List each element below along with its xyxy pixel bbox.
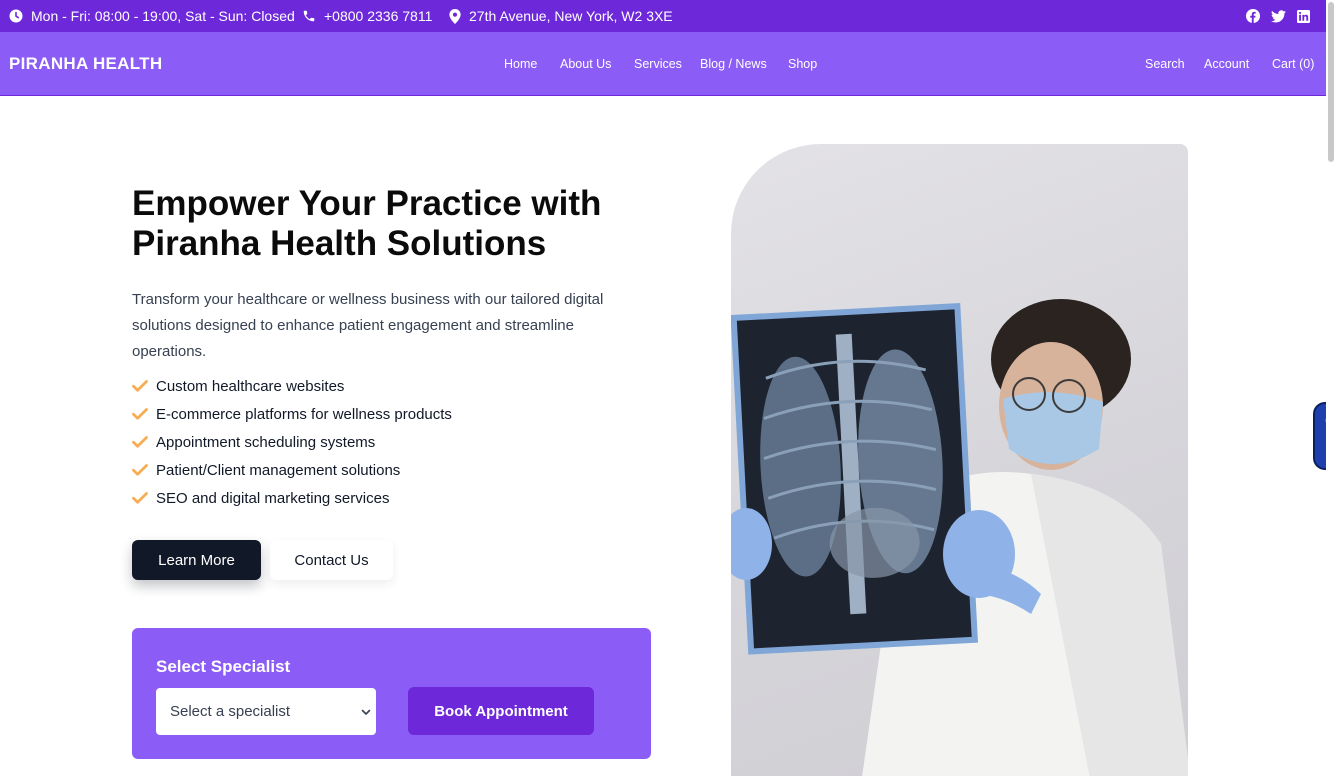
map-pin-icon [449, 8, 461, 24]
phone-text: +0800 2336 7811 [324, 8, 433, 24]
hero-title: Empower Your Practice with Piranha Healt… [132, 184, 652, 264]
nav-home[interactable]: Home [504, 57, 537, 71]
doctor-xray-illustration [731, 299, 1188, 776]
page-scrollbar[interactable] [1326, 0, 1336, 776]
nav-account[interactable]: Account [1204, 57, 1249, 71]
nav-blog-news[interactable]: Blog / News [700, 57, 767, 71]
hero-description: Transform your healthcare or wellness bu… [132, 291, 604, 360]
scrollbar-thumb[interactable] [1328, 2, 1334, 162]
opening-hours-text: Mon - Fri: 08:00 - 19:00, Sat - Sun: Clo… [31, 8, 295, 24]
top-info-bar: Mon - Fri: 08:00 - 19:00, Sat - Sun: Clo… [0, 0, 1326, 32]
booking-title: Select Specialist [156, 657, 291, 676]
phone-info[interactable]: +0800 2336 7811 [302, 0, 432, 32]
feature-item: E-commerce platforms for wellness produc… [132, 400, 452, 428]
feature-text: E-commerce platforms for wellness produc… [156, 405, 452, 423]
check-icon [132, 492, 156, 504]
nav-search[interactable]: Search [1145, 57, 1185, 71]
booking-card: Select Specialist Select a specialist Bo… [132, 628, 651, 759]
feature-text: Appointment scheduling systems [156, 433, 376, 451]
contact-us-button[interactable]: Contact Us [270, 540, 393, 580]
check-icon [132, 380, 156, 392]
phone-icon [302, 9, 316, 23]
main-navigation: PIRANHA HEALTH Home About Us Services Bl… [0, 32, 1326, 96]
feature-item: Custom healthcare websites [132, 372, 452, 400]
social-links [1246, 0, 1310, 32]
book-appointment-button[interactable]: Book Appointment [408, 687, 594, 735]
clock-icon [9, 9, 23, 23]
nav-shop[interactable]: Shop [788, 57, 817, 71]
nav-cart[interactable]: Cart (0) [1272, 57, 1314, 71]
nav-services[interactable]: Services [634, 57, 682, 71]
twitter-icon[interactable] [1271, 9, 1286, 23]
check-icon [132, 436, 156, 448]
hero-title-line-2: Piranha Health Solutions [132, 224, 547, 263]
feature-item: Appointment scheduling systems [132, 428, 452, 456]
hero-title-line-1: Empower Your Practice with [132, 184, 602, 223]
facebook-icon[interactable] [1246, 9, 1260, 23]
feature-text: SEO and digital marketing services [156, 489, 390, 507]
brand-logo[interactable]: PIRANHA HEALTH [9, 54, 162, 74]
specialist-select[interactable]: Select a specialist [156, 688, 376, 735]
address-info: 27th Avenue, New York, W2 3XE [449, 0, 673, 32]
address-text: 27th Avenue, New York, W2 3XE [469, 8, 673, 24]
feature-text: Patient/Client management solutions [156, 461, 401, 479]
opening-hours: Mon - Fri: 08:00 - 19:00, Sat - Sun: Clo… [9, 0, 295, 32]
hero-image [731, 144, 1188, 776]
feature-text: Custom healthcare websites [156, 377, 345, 395]
linkedin-icon[interactable] [1297, 9, 1310, 23]
learn-more-button[interactable]: Learn More [132, 540, 261, 580]
feature-item: SEO and digital marketing services [132, 484, 452, 512]
nav-about-us[interactable]: About Us [560, 57, 611, 71]
feature-item: Patient/Client management solutions [132, 456, 452, 484]
specialist-select-wrapper: Select a specialist [156, 688, 376, 735]
check-icon [132, 408, 156, 420]
feature-list: Custom healthcare websites E-commerce pl… [132, 372, 452, 512]
check-icon [132, 464, 156, 476]
